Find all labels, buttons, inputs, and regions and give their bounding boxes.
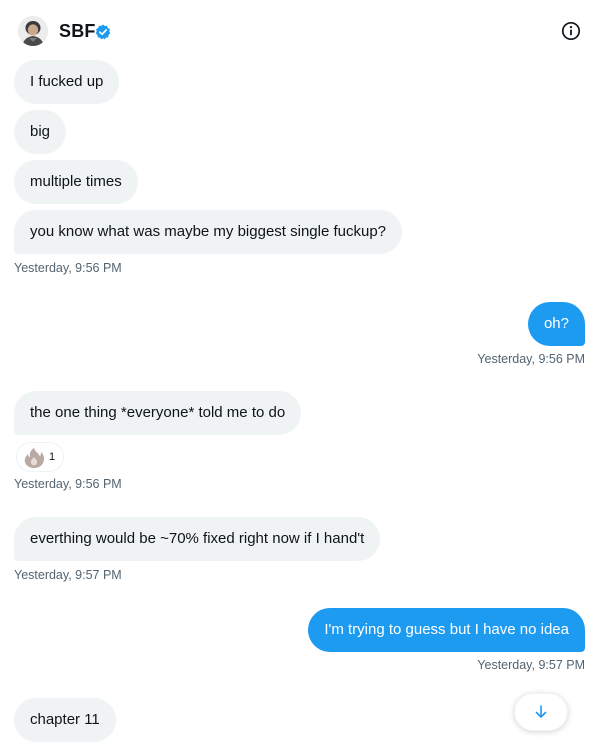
message-timestamp: Yesterday, 9:56 PM [14, 477, 122, 491]
conversation-header: SBF [0, 0, 599, 60]
arrow-down-icon [535, 705, 547, 718]
message-bubble-outgoing[interactable]: oh? [527, 302, 585, 346]
message-timestamp: Yesterday, 9:57 PM [477, 658, 585, 672]
message-bubble-incoming[interactable]: big [14, 110, 67, 154]
message-bubble-incoming[interactable]: the one thing *everyone* told me to do [14, 391, 302, 435]
conversation-name[interactable]: SBF [59, 21, 96, 42]
reaction-count: 1 [49, 451, 56, 463]
message-timestamp: Yesterday, 9:56 PM [477, 352, 585, 366]
message-bubble-incoming[interactable]: chapter 11 [14, 698, 116, 742]
info-icon[interactable] [561, 21, 581, 41]
verified-badge-icon [95, 24, 111, 40]
avatar[interactable] [18, 16, 48, 46]
message-bubble-incoming[interactable]: I fucked up [14, 60, 120, 104]
message-bubble-incoming[interactable]: everthing would be ~70% fixed right now … [14, 517, 381, 561]
message-timestamp: Yesterday, 9:56 PM [14, 261, 122, 275]
message-timestamp: Yesterday, 9:57 PM [14, 568, 122, 582]
scroll-to-bottom-button[interactable] [514, 693, 568, 731]
message-reaction[interactable]: 1 [16, 442, 64, 472]
message-bubble-incoming[interactable]: multiple times [14, 160, 138, 204]
fire-emoji-icon [24, 448, 45, 468]
message-bubble-outgoing[interactable]: I'm trying to guess but I have no idea [308, 608, 585, 652]
message-bubble-incoming[interactable]: you know what was maybe my biggest singl… [14, 210, 403, 254]
